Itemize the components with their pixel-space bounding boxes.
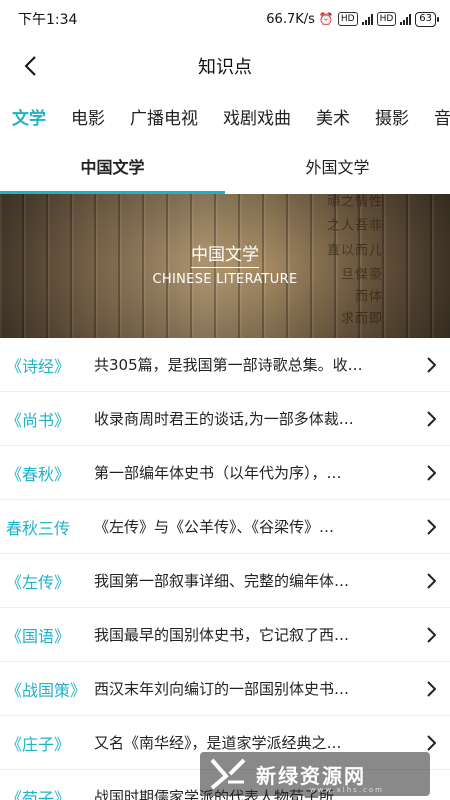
chevron-right-icon [420, 734, 436, 751]
header: 知识点 [0, 38, 450, 94]
list-item[interactable]: 《诗经》 共305篇，是我国第一部诗歌总集。收… [0, 338, 450, 392]
item-title: 《荀子》 [6, 788, 71, 800]
item-desc: 《左传》与《公羊传》、《谷梁传》… [94, 518, 335, 536]
category-tabs: 文学 电影 广播电视 戏剧戏曲 美术 摄影 音 [0, 94, 450, 138]
banner-image: 性情之頑非吾人之儿而以直豪傑旦体而即而求 中国文学 CHINESE LITERA… [0, 194, 450, 338]
banner-subtitle: CHINESE LITERATURE [152, 272, 298, 287]
status-bar: 下午1:34 66.7K/s ⏰ HD HD 63 [0, 0, 450, 38]
watermark-text: 新绿资源网 [256, 763, 366, 788]
item-desc: 我国第一部叙事详细、完整的编年体… [94, 572, 350, 590]
item-title: 《左传》 [6, 572, 71, 592]
tab-literature[interactable]: 文学 [12, 104, 46, 129]
status-icons: 66.7K/s ⏰ HD HD 63 [266, 11, 439, 27]
list-item[interactable]: 《尚书》 收录商周时君王的谈话,为一部多体裁… [0, 392, 450, 446]
list-item[interactable]: 《国语》 我国最早的国别体史书，它记叙了西… [0, 608, 450, 662]
tab-fine-arts[interactable]: 美术 [316, 104, 350, 129]
item-title: 《尚书》 [6, 410, 71, 430]
item-desc: 共305篇，是我国第一部诗歌总集。收… [94, 356, 363, 374]
chevron-right-icon [420, 572, 436, 589]
signal-icon [361, 13, 373, 25]
hd-icon-2: HD [376, 12, 397, 26]
tab-drama-opera[interactable]: 戏剧戏曲 [223, 104, 291, 129]
sub-tabs: 中国文学 外国文学 [0, 138, 450, 194]
banner-title: 中国文学 [0, 240, 450, 268]
status-time: 下午1:34 [18, 12, 78, 28]
item-title: 《国语》 [6, 626, 71, 646]
hd-icon: HD [337, 12, 358, 26]
page-title: 知识点 [198, 57, 252, 78]
signal-icon-2 [400, 13, 412, 25]
battery-icon: 63 [415, 11, 439, 27]
item-title: 《庄子》 [6, 734, 71, 754]
tab-chinese-literature[interactable]: 中国文学 [0, 138, 225, 194]
list-item[interactable]: 《左传》 我国第一部叙事详细、完整的编年体… [0, 554, 450, 608]
item-title: 《诗经》 [6, 356, 71, 376]
tab-foreign-literature[interactable]: 外国文学 [225, 138, 450, 194]
knowledge-list: 《诗经》 共305篇，是我国第一部诗歌总集。收… 《尚书》 收录商周时君王的谈话… [0, 338, 450, 800]
list-item[interactable]: 春秋三传 《左传》与《公羊传》、《谷梁传》… [0, 500, 450, 554]
list-item[interactable]: 《战国策》 西汉末年刘向编订的一部国别体史书… [0, 662, 450, 716]
back-arrow-icon[interactable] [16, 52, 44, 80]
tab-broadcast-tv[interactable]: 广播电视 [130, 104, 198, 129]
watermark-mark-icon [210, 758, 246, 790]
chevron-right-icon [420, 464, 436, 481]
tab-music[interactable]: 音 [434, 104, 450, 129]
alarm-icon: ⏰ [318, 12, 334, 26]
chevron-right-icon [420, 680, 436, 697]
item-title: 《战国策》 [6, 680, 87, 700]
chevron-right-icon [420, 626, 436, 643]
item-desc: 收录商周时君王的谈话,为一部多体裁… [94, 410, 354, 428]
chevron-right-icon [420, 410, 436, 427]
item-desc: 又名《南华经》，是道家学派经典之… [94, 734, 342, 752]
item-title: 《春秋》 [6, 464, 71, 484]
item-desc: 第一部编年体史书（以年代为序），… [94, 464, 342, 482]
item-desc: 我国最早的国别体史书，它记叙了西… [94, 626, 350, 644]
chevron-right-icon [420, 518, 436, 535]
list-item[interactable]: 《春秋》 第一部编年体史书（以年代为序），… [0, 446, 450, 500]
item-title: 春秋三传 [6, 518, 71, 538]
network-speed: 66.7K/s [266, 11, 315, 27]
watermark-logo: 新绿资源网 www.xlhs.com [200, 752, 430, 796]
watermark-url: www.xlhs.com [309, 786, 384, 794]
tab-photography[interactable]: 摄影 [375, 104, 409, 129]
chevron-right-icon [420, 356, 436, 373]
tab-film[interactable]: 电影 [71, 104, 105, 129]
item-desc: 西汉末年刘向编订的一部国别体史书… [94, 680, 350, 698]
